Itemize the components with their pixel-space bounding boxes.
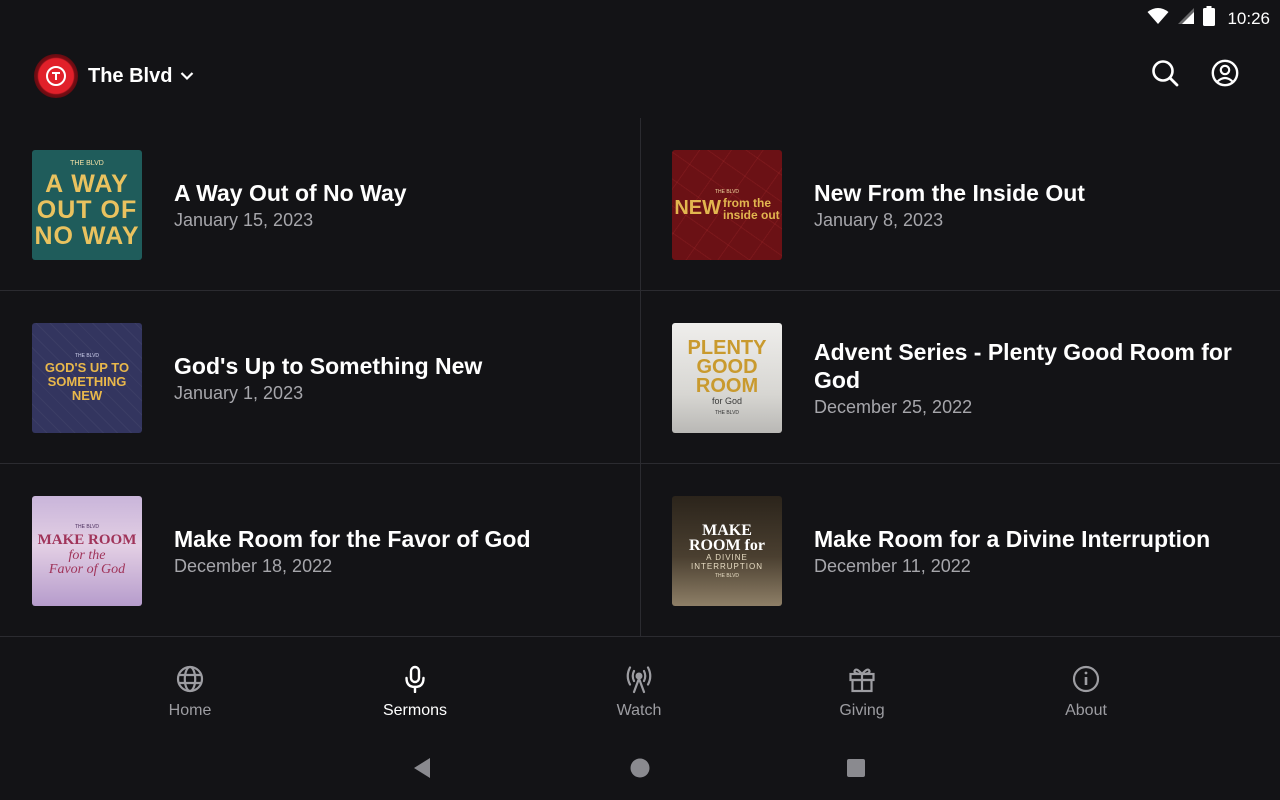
sermon-date: January 15, 2023 xyxy=(174,209,314,230)
nav-label: Home xyxy=(168,702,212,719)
system-recents-button[interactable] xyxy=(842,756,870,784)
nav-tab-home[interactable]: Home xyxy=(130,664,250,720)
back-triangle-icon xyxy=(412,757,432,784)
artwork-text: OUT OF xyxy=(36,196,138,224)
info-icon xyxy=(1071,664,1101,694)
sermon-artwork: THE BLVD A WAY OUT OF NO WAY xyxy=(32,149,142,260)
sermon-artwork: MAKE ROOM for A DIVINE INTERRUPTION THE … xyxy=(672,495,782,606)
artwork-text: A DIVINE xyxy=(706,552,748,562)
system-home-button[interactable] xyxy=(626,756,654,784)
search-button[interactable] xyxy=(1150,59,1180,92)
sermon-item[interactable]: PLENTY GOOD ROOM for God THE BLVD Advent… xyxy=(640,291,1280,464)
artwork-text: A WAY xyxy=(45,170,129,198)
artwork-text: INTERRUPTION xyxy=(691,561,763,571)
nav-tab-giving[interactable]: Giving xyxy=(802,664,922,720)
sermon-item[interactable]: THE BLVD A WAY OUT OF NO WAY A Way Out o… xyxy=(0,118,640,291)
home-circle-icon xyxy=(630,758,650,783)
account-circle-icon xyxy=(1211,59,1239,92)
artwork-text: inside out xyxy=(723,207,780,222)
sermon-artwork: THE BLVD GOD'S UP TO SOMETHING NEW xyxy=(32,322,142,433)
nav-label: About xyxy=(1065,702,1107,719)
nav-label: Giving xyxy=(839,702,885,719)
sermon-artwork: PLENTY GOOD ROOM for God THE BLVD xyxy=(672,322,782,433)
sermon-item[interactable]: THE BLVD NEW from the inside out New Fro… xyxy=(640,118,1280,291)
artwork-text: THE BLVD xyxy=(70,160,104,167)
church-logo xyxy=(34,54,78,98)
sermon-title: New From the Inside Out xyxy=(814,179,1085,206)
status-time: 10:26 xyxy=(1227,8,1270,28)
signal-icon xyxy=(1177,7,1195,30)
wifi-icon xyxy=(1147,7,1169,30)
nav-tab-about[interactable]: About xyxy=(1026,664,1146,720)
app-header: The Blvd xyxy=(0,48,1280,104)
sermon-date: January 8, 2023 xyxy=(814,209,944,230)
nav-tab-watch[interactable]: Watch xyxy=(579,664,699,720)
church-name: The Blvd xyxy=(88,64,173,87)
sermon-title: A Way Out of No Way xyxy=(174,179,407,206)
battery-icon xyxy=(1203,6,1216,31)
sermon-date: January 1, 2023 xyxy=(174,382,304,403)
artwork-text: MAKE xyxy=(702,521,752,539)
sermon-grid: THE BLVD A WAY OUT OF NO WAY A Way Out o… xyxy=(0,118,1280,637)
sermon-item[interactable]: THE BLVD MAKE ROOM for the Favor of God … xyxy=(0,464,640,637)
artwork-text: SOMETHING NEW xyxy=(47,373,127,403)
artwork-text: NEW xyxy=(674,197,721,219)
artwork-text: THE BLVD xyxy=(714,572,740,579)
nav-label: Watch xyxy=(616,702,662,719)
bottom-navigation: Home Sermons Watch Giving About xyxy=(0,664,1280,734)
artwork-text: for the xyxy=(68,548,106,563)
artwork-text: THE BLVD xyxy=(714,410,740,416)
artwork-text: NO WAY xyxy=(34,222,140,250)
artwork-text: Favor of God xyxy=(48,562,126,577)
artwork-text: GOD'S UP TO xyxy=(44,359,130,375)
sermon-date: December 18, 2022 xyxy=(174,555,333,576)
artwork-text: for God xyxy=(711,396,742,406)
sermon-item[interactable]: MAKE ROOM for A DIVINE INTERRUPTION THE … xyxy=(640,464,1280,637)
sermon-artwork: THE BLVD NEW from the inside out xyxy=(672,149,782,260)
sermon-date: December 25, 2022 xyxy=(814,396,973,417)
account-button[interactable] xyxy=(1210,59,1240,92)
system-back-button[interactable] xyxy=(408,756,436,784)
artwork-text: ROOM xyxy=(695,375,759,397)
artwork-text: MAKE ROOM xyxy=(37,532,137,548)
sermon-item[interactable]: THE BLVD GOD'S UP TO SOMETHING NEW God's… xyxy=(0,291,640,464)
artwork-text: THE BLVD xyxy=(74,524,100,530)
broadcast-icon xyxy=(624,664,654,694)
sermon-title: Make Room for a Divine Interruption xyxy=(814,525,1211,552)
nav-tab-sermons[interactable]: Sermons xyxy=(355,664,475,720)
artwork-text: THE BLVD xyxy=(74,352,100,359)
search-icon xyxy=(1151,59,1179,92)
sermon-date: December 11, 2022 xyxy=(814,555,971,576)
sermon-title: Advent Series - Plenty Good Room for God xyxy=(814,338,1232,393)
artwork-text: ROOM for xyxy=(689,536,765,554)
chevron-down-icon xyxy=(180,68,194,86)
status-icons: 10:26 xyxy=(1147,6,1270,31)
nav-label: Sermons xyxy=(382,702,448,719)
sermon-title: Make Room for the Favor of God xyxy=(174,525,531,552)
sermon-artwork: THE BLVD MAKE ROOM for the Favor of God xyxy=(32,495,142,606)
recents-square-icon xyxy=(846,758,866,783)
church-selector[interactable]: The Blvd xyxy=(34,54,194,98)
gift-icon xyxy=(847,664,877,694)
system-navigation-bar xyxy=(0,750,1280,790)
artwork-text: THE BLVD xyxy=(714,188,740,195)
status-bar: 10:26 xyxy=(0,0,1280,34)
globe-icon xyxy=(175,664,205,694)
microphone-icon xyxy=(400,664,430,694)
sermon-title: God's Up to Something New xyxy=(174,352,483,379)
